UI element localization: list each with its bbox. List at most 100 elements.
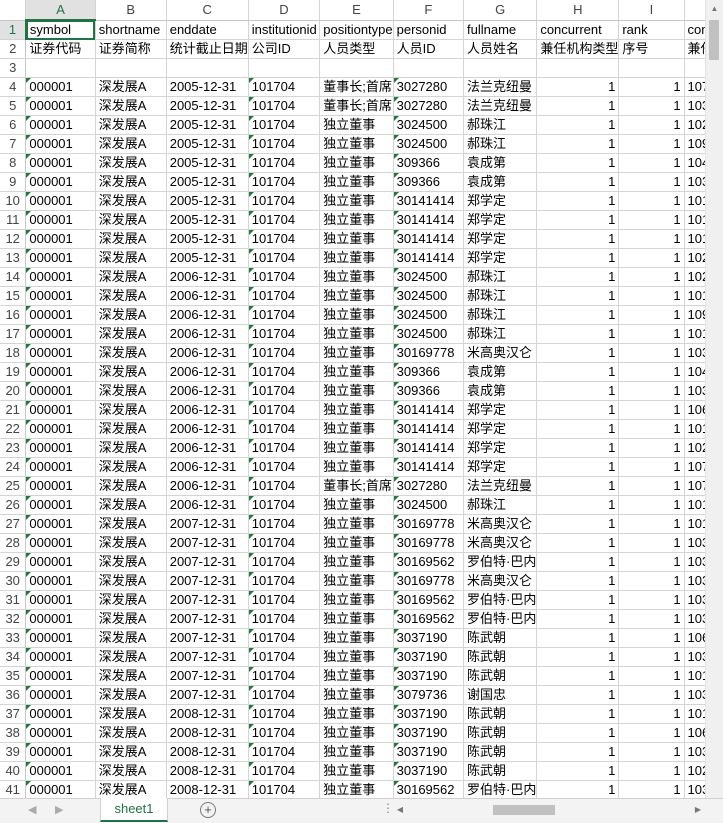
cell[interactable]: 3037190: [393, 666, 464, 686]
cell[interactable]: 独立董事: [319, 286, 394, 306]
cell[interactable]: 2006-12-31: [166, 438, 249, 458]
next-sheet-arrow-icon[interactable]: ▶: [55, 803, 63, 816]
row-header[interactable]: 24: [0, 457, 27, 477]
cell[interactable]: 1: [618, 267, 685, 287]
column-header[interactable]: D: [248, 0, 321, 21]
row-header[interactable]: 10: [0, 191, 27, 211]
cell[interactable]: 1: [618, 153, 685, 173]
cell[interactable]: 法兰克纽曼: [463, 96, 538, 116]
cell[interactable]: 郑学定: [463, 400, 538, 420]
cell[interactable]: 2007-12-31: [166, 571, 249, 591]
cell[interactable]: 法兰克纽曼: [463, 476, 538, 496]
cell[interactable]: 30169778: [393, 343, 464, 363]
cell[interactable]: 序号: [618, 39, 685, 59]
cell[interactable]: 深发展A: [95, 704, 167, 724]
horizontal-scroll-thumb[interactable]: [493, 805, 555, 815]
cell[interactable]: 独立董事: [319, 457, 394, 477]
cell[interactable]: [618, 58, 685, 78]
spreadsheet-grid[interactable]: ABCDEFGHI 1 symbol shortname enddate institu…: [0, 0, 723, 798]
cell[interactable]: 1: [618, 438, 685, 458]
row-header[interactable]: 15: [0, 286, 27, 306]
cell[interactable]: 2006-12-31: [166, 267, 249, 287]
cell[interactable]: 101704: [248, 666, 321, 686]
cell[interactable]: 人员姓名: [463, 39, 538, 59]
cell[interactable]: 000001: [25, 77, 96, 97]
column-header[interactable]: G: [463, 0, 538, 21]
cell[interactable]: 独立董事: [319, 172, 394, 192]
cell[interactable]: 2007-12-31: [166, 552, 249, 572]
cell[interactable]: 郝珠江: [463, 267, 538, 287]
cell[interactable]: 000001: [25, 305, 96, 325]
cell[interactable]: 1: [618, 704, 685, 724]
cell[interactable]: 2008-12-31: [166, 761, 249, 781]
cell[interactable]: 米高奥汉仑: [463, 533, 538, 553]
cell[interactable]: 独立董事: [319, 400, 394, 420]
cell[interactable]: 2008-12-31: [166, 742, 249, 762]
cell[interactable]: concurrent: [536, 20, 620, 40]
vertical-scrollbar[interactable]: ▲: [705, 0, 723, 798]
add-sheet-button[interactable]: +: [200, 802, 216, 818]
cell[interactable]: 1: [618, 210, 685, 230]
cell[interactable]: 1: [618, 400, 685, 420]
cell[interactable]: 101704: [248, 476, 321, 496]
cell[interactable]: 101704: [248, 286, 321, 306]
cell[interactable]: 深发展A: [95, 362, 167, 382]
row-header[interactable]: 12: [0, 229, 27, 249]
cell[interactable]: [393, 58, 464, 78]
cell[interactable]: personid: [393, 20, 464, 40]
cell[interactable]: 000001: [25, 191, 96, 211]
cell[interactable]: 101704: [248, 685, 321, 705]
cell[interactable]: 1: [618, 476, 685, 496]
cell[interactable]: 000001: [25, 609, 96, 629]
cell[interactable]: 2005-12-31: [166, 153, 249, 173]
cell[interactable]: 000001: [25, 780, 96, 798]
cell[interactable]: 1: [536, 628, 620, 648]
cell[interactable]: 30169778: [393, 514, 464, 534]
column-header[interactable]: A: [25, 0, 96, 21]
cell[interactable]: 深发展A: [95, 571, 167, 591]
select-all-corner[interactable]: [0, 0, 27, 21]
row-header[interactable]: 13: [0, 248, 27, 268]
row-header[interactable]: 29: [0, 552, 27, 572]
column-header[interactable]: E: [319, 0, 394, 21]
cell[interactable]: 1: [618, 172, 685, 192]
cell[interactable]: 证券简称: [95, 39, 167, 59]
row-header[interactable]: 38: [0, 723, 27, 743]
cell[interactable]: 独立董事: [319, 704, 394, 724]
cell[interactable]: 000001: [25, 761, 96, 781]
cell[interactable]: 1: [618, 723, 685, 743]
cell[interactable]: 3027280: [393, 476, 464, 496]
row-header[interactable]: 2: [0, 39, 27, 59]
row-header[interactable]: 34: [0, 647, 27, 667]
cell[interactable]: [536, 58, 620, 78]
cell[interactable]: 董事长;首席: [319, 77, 394, 97]
cell[interactable]: 1: [618, 229, 685, 249]
cell[interactable]: 1: [618, 552, 685, 572]
cell[interactable]: 101704: [248, 96, 321, 116]
cell[interactable]: 101704: [248, 134, 321, 154]
cell[interactable]: rank: [618, 20, 685, 40]
cell[interactable]: 000001: [25, 134, 96, 154]
cell[interactable]: 独立董事: [319, 153, 394, 173]
cell[interactable]: 2005-12-31: [166, 248, 249, 268]
cell[interactable]: 独立董事: [319, 647, 394, 667]
cell[interactable]: 3079736: [393, 685, 464, 705]
cell[interactable]: 1: [536, 400, 620, 420]
cell[interactable]: 30141414: [393, 457, 464, 477]
cell[interactable]: 1: [618, 495, 685, 515]
row-header[interactable]: 28: [0, 533, 27, 553]
cell[interactable]: 郑学定: [463, 210, 538, 230]
cell[interactable]: 3037190: [393, 647, 464, 667]
cell[interactable]: 101704: [248, 761, 321, 781]
cell[interactable]: 1: [536, 514, 620, 534]
cell[interactable]: 1: [618, 305, 685, 325]
sheet-table[interactable]: ABCDEFGHI 1 symbol shortname enddate institu…: [0, 0, 723, 798]
cell[interactable]: 101704: [248, 457, 321, 477]
cell[interactable]: symbol: [25, 20, 96, 40]
cell[interactable]: 000001: [25, 115, 96, 135]
row-header[interactable]: 5: [0, 96, 27, 116]
cell[interactable]: 000001: [25, 343, 96, 363]
row-header[interactable]: 11: [0, 210, 27, 230]
cell[interactable]: [248, 58, 321, 78]
cell[interactable]: 1: [618, 533, 685, 553]
